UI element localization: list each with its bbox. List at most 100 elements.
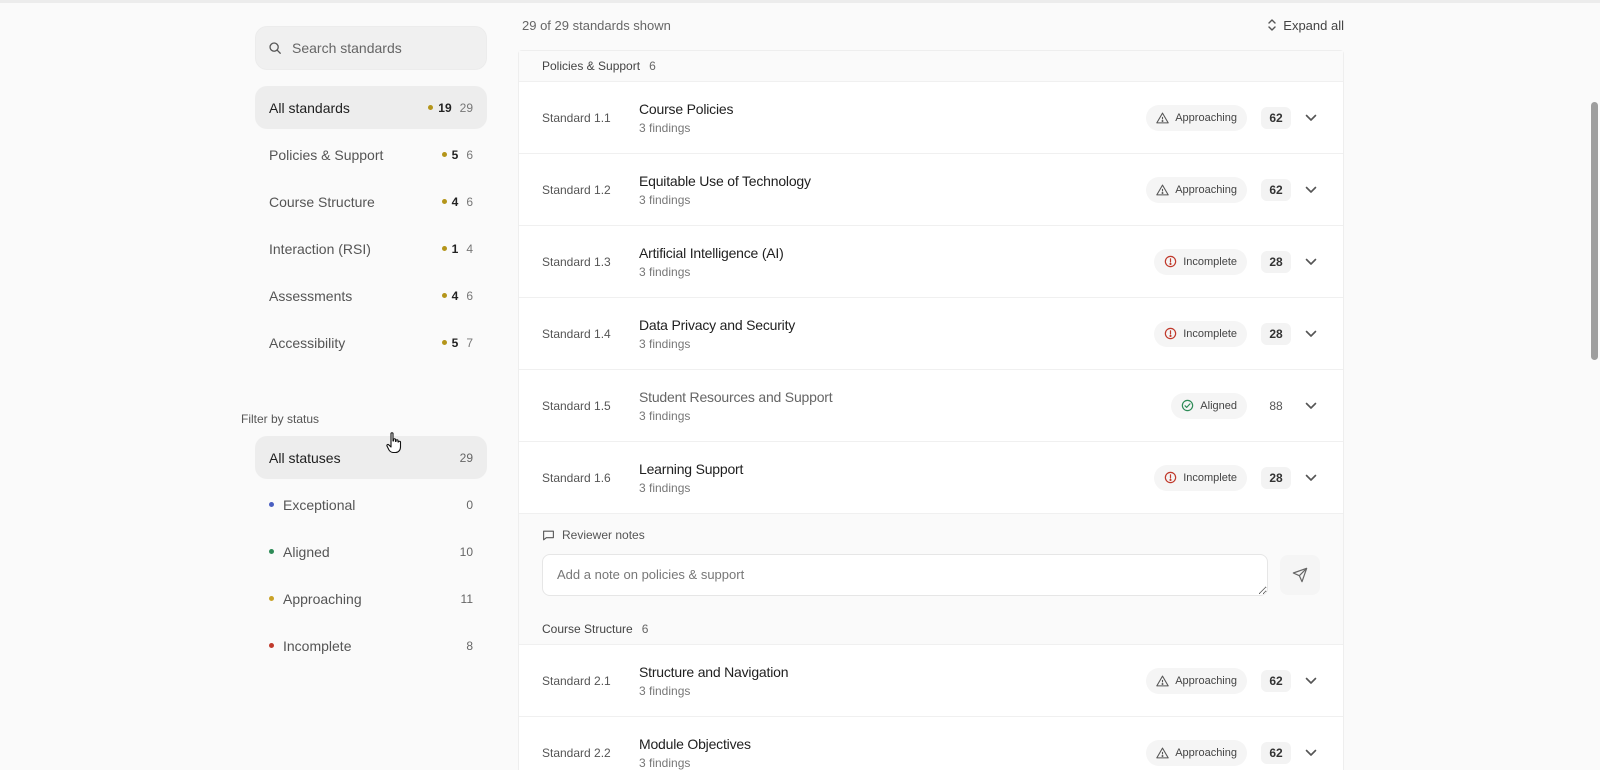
standard-code: Standard 1.3 (542, 254, 611, 269)
status-filter-count: 11 (460, 591, 473, 606)
expand-all-button[interactable]: Expand all (1267, 18, 1344, 33)
sidebar-item-policies-support[interactable]: Policies & Support 56 (255, 133, 487, 176)
standard-title: Course Policies (639, 100, 734, 117)
scrollbar-thumb[interactable] (1591, 102, 1598, 360)
standard-row[interactable]: Standard 2.2 Module Objectives 3 finding… (519, 716, 1343, 770)
status-filter-incomplete[interactable]: Incomplete 8 (255, 624, 487, 667)
standard-title: Equitable Use of Technology (639, 172, 811, 189)
count-flagged: 4 (451, 194, 459, 209)
count-total: 29 (459, 100, 473, 115)
status-dot (269, 643, 274, 648)
hand-pointer-icon (386, 432, 402, 454)
group-title: Course Structure (542, 622, 633, 636)
standards-panel: Policies & Support 6 Standard 1.1 Course… (518, 50, 1344, 770)
sidebar-item-label: Policies & Support (269, 146, 384, 163)
count-total: 6 (466, 194, 473, 209)
warning-triangle-icon (1156, 184, 1169, 195)
findings-count: 3 findings (639, 755, 691, 770)
note-composer (542, 554, 1320, 596)
row-expand-toggle[interactable] (1299, 394, 1323, 418)
status-dot (269, 502, 274, 507)
findings-count: 3 findings (639, 264, 691, 279)
search-input[interactable] (292, 40, 472, 56)
status-label: Aligned (1200, 399, 1237, 412)
shown-count-text: 29 of 29 standards shown (522, 17, 671, 33)
status-filter-all[interactable]: All statuses 29 (255, 436, 487, 479)
status-filter-count: 10 (459, 544, 473, 559)
count-total: 7 (466, 335, 473, 350)
row-expand-toggle[interactable] (1299, 322, 1323, 346)
search-icon (269, 42, 281, 54)
alert-circle-icon (1164, 327, 1177, 340)
count-flagged: 5 (451, 335, 459, 350)
status-filter-list: All statuses 29 Exceptional 0 Aligned 10… (255, 436, 487, 667)
status-dot (441, 340, 447, 345)
expand-vertical-icon (1268, 19, 1276, 31)
row-expand-toggle[interactable] (1299, 106, 1323, 130)
group-count: 6 (641, 622, 649, 636)
sidebar-item-interaction-rsi[interactable]: Interaction (RSI) 14 (255, 227, 487, 270)
row-expand-toggle[interactable] (1299, 669, 1323, 693)
chevron-down-icon (1305, 258, 1317, 265)
alert-circle-icon (1164, 255, 1177, 268)
standard-row[interactable]: Standard 1.4 Data Privacy and Security 3… (519, 297, 1343, 369)
standards-main: 29 of 29 standards shown Expand all Poli… (518, 0, 1344, 770)
group-header-course-structure: Course Structure 6 (519, 614, 1343, 644)
chevron-down-icon (1305, 677, 1317, 684)
group-title: Policies & Support (542, 59, 641, 73)
chevron-down-icon (1305, 114, 1317, 121)
row-expand-toggle[interactable] (1299, 178, 1323, 202)
count-flagged: 4 (451, 288, 459, 303)
standard-info: Structure and Navigation 3 findings (639, 664, 1146, 698)
score-value: 62 (1261, 669, 1291, 692)
send-note-button[interactable] (1280, 555, 1320, 595)
standard-row[interactable]: Standard 1.3 Artificial Intelligence (AI… (519, 225, 1343, 297)
sidebar-item-label: Assessments (269, 287, 353, 304)
status-badge: Approaching (1146, 176, 1247, 203)
standard-row[interactable]: Standard 1.2 Equitable Use of Technology… (519, 153, 1343, 225)
status-filter-aligned[interactable]: Aligned 10 (255, 530, 487, 573)
sidebar-item-all-standards[interactable]: All standards 19 29 (255, 86, 487, 129)
expand-all-label: Expand all (1283, 17, 1344, 33)
status-filter-approaching[interactable]: Approaching 11 (255, 577, 487, 620)
standard-title: Student Resources and Support (639, 388, 833, 405)
standard-code: Standard 1.2 (542, 182, 611, 197)
status-badge: Approaching (1146, 739, 1247, 766)
standard-code: Standard 2.2 (542, 745, 611, 760)
reviewer-notes-label: Reviewer notes (562, 528, 645, 542)
sidebar-item-course-structure[interactable]: Course Structure 46 (255, 180, 487, 223)
standard-row[interactable]: Standard 1.1 Course Policies 3 findings … (519, 81, 1343, 153)
search-box[interactable] (255, 26, 487, 70)
status-filter-exceptional[interactable]: Exceptional 0 (255, 483, 487, 526)
chevron-down-icon (1305, 330, 1317, 337)
count-flagged: 5 (451, 147, 459, 162)
standard-info: Learning Support 3 findings (639, 461, 1154, 495)
standard-code: Standard 2.1 (542, 673, 611, 688)
score-value: 62 (1261, 178, 1291, 201)
standard-info: Data Privacy and Security 3 findings (639, 317, 1154, 351)
status-label: Approaching (1175, 183, 1237, 196)
findings-count: 3 findings (639, 408, 691, 423)
standard-row[interactable]: Standard 2.1 Structure and Navigation 3 … (519, 644, 1343, 716)
standard-title: Artificial Intelligence (AI) (639, 244, 784, 261)
status-dot (441, 152, 447, 157)
standard-row[interactable]: Standard 1.5 Student Resources and Suppo… (519, 369, 1343, 441)
sidebar: All standards 1929 Policies & Support 56… (241, 26, 487, 671)
row-expand-toggle[interactable] (1299, 466, 1323, 490)
standard-code: Standard 1.6 (542, 470, 611, 485)
status-dot (269, 549, 274, 554)
sidebar-item-assessments[interactable]: Assessments 46 (255, 274, 487, 317)
row-expand-toggle[interactable] (1299, 741, 1323, 765)
standard-row[interactable]: Standard 1.6 Learning Support 3 findings… (519, 441, 1343, 513)
status-filter-label: Exceptional (283, 496, 356, 513)
status-dot (428, 105, 434, 110)
status-badge: Incomplete (1154, 320, 1247, 347)
count-total: 6 (466, 288, 473, 303)
findings-count: 3 findings (639, 480, 691, 495)
sidebar-item-accessibility[interactable]: Accessibility 57 (255, 321, 487, 364)
row-expand-toggle[interactable] (1299, 250, 1323, 274)
note-input[interactable] (542, 554, 1269, 596)
check-circle-icon (1182, 399, 1194, 412)
count-total: 6 (466, 147, 473, 162)
category-counts: 14 (441, 242, 473, 256)
